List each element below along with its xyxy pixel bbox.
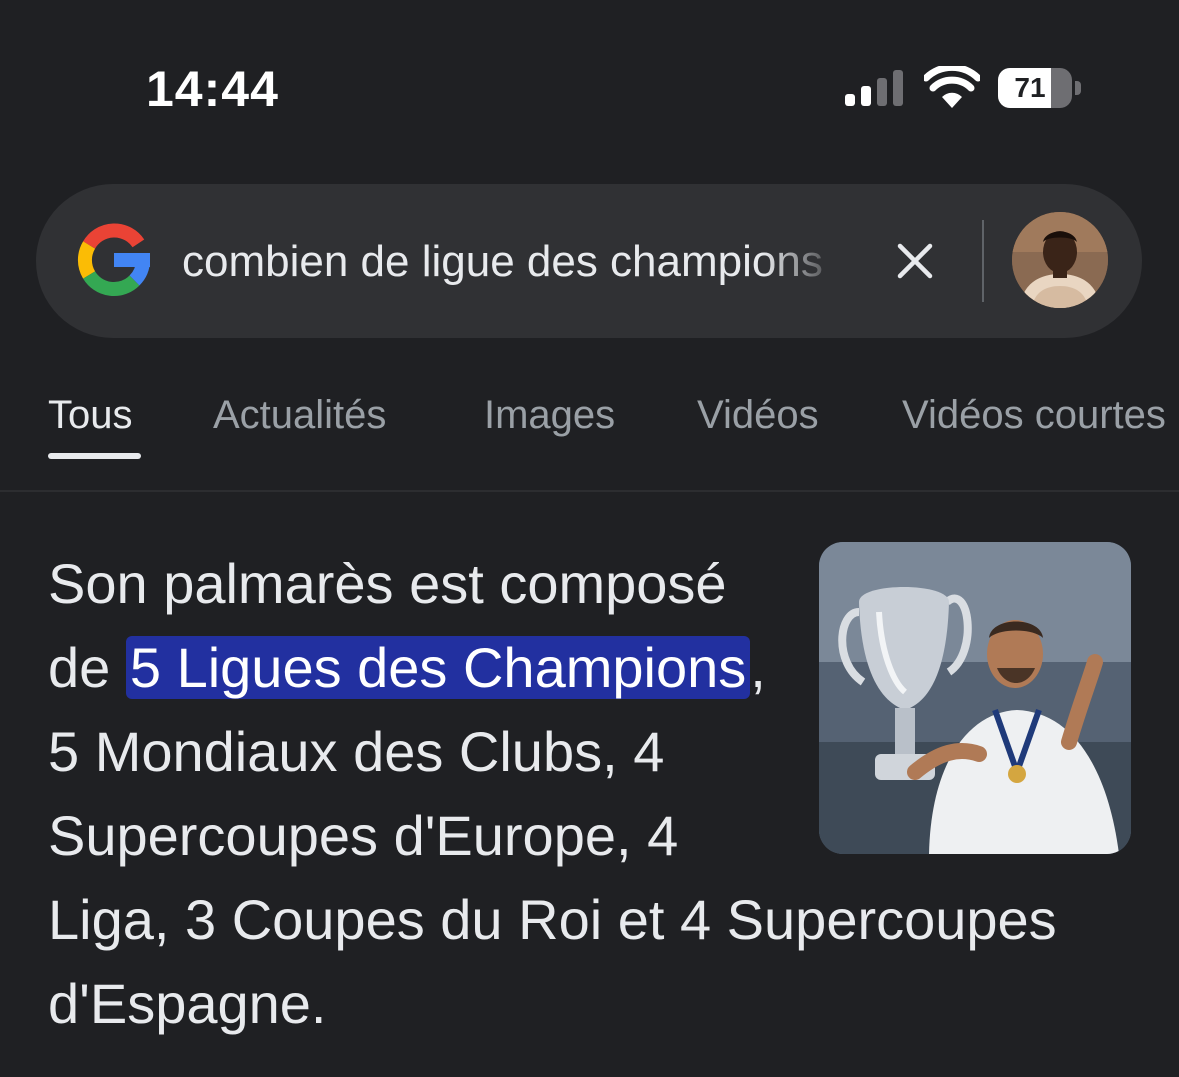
tab-videos-courtes[interactable]: Vidéos courtes xyxy=(902,390,1166,440)
wifi-icon xyxy=(922,63,982,108)
tab-actualites[interactable]: Actualités xyxy=(213,390,386,440)
tab-videos[interactable]: Vidéos xyxy=(697,390,819,440)
status-bar: 14:44 71 xyxy=(0,0,1179,150)
search-input[interactable]: combien de ligue des champions xyxy=(182,234,842,290)
battery-icon: 71 xyxy=(998,68,1082,110)
tab-images[interactable]: Images xyxy=(484,390,615,440)
active-tab-indicator xyxy=(48,453,141,459)
status-time: 14:44 xyxy=(146,61,279,117)
search-tabs: Tous Actualités Images Vidéos Vidéos cou… xyxy=(0,360,1179,490)
trophy-player-photo[interactable] xyxy=(819,542,1131,854)
close-icon[interactable] xyxy=(896,242,934,280)
search-divider xyxy=(982,220,984,302)
featured-answer: Son palmarès est composé de 5 Ligues des… xyxy=(48,542,1131,1046)
google-g-logo-icon xyxy=(76,222,152,298)
battery-label: 71 xyxy=(1014,72,1046,103)
user-avatar[interactable] xyxy=(1012,212,1108,308)
search-bar[interactable]: combien de ligue des champions xyxy=(36,184,1142,338)
tab-tous[interactable]: Tous xyxy=(48,390,133,440)
answer-highlight: 5 Ligues des Champions xyxy=(125,636,751,699)
cellular-signal-icon xyxy=(845,70,907,106)
tabs-divider xyxy=(0,490,1179,492)
